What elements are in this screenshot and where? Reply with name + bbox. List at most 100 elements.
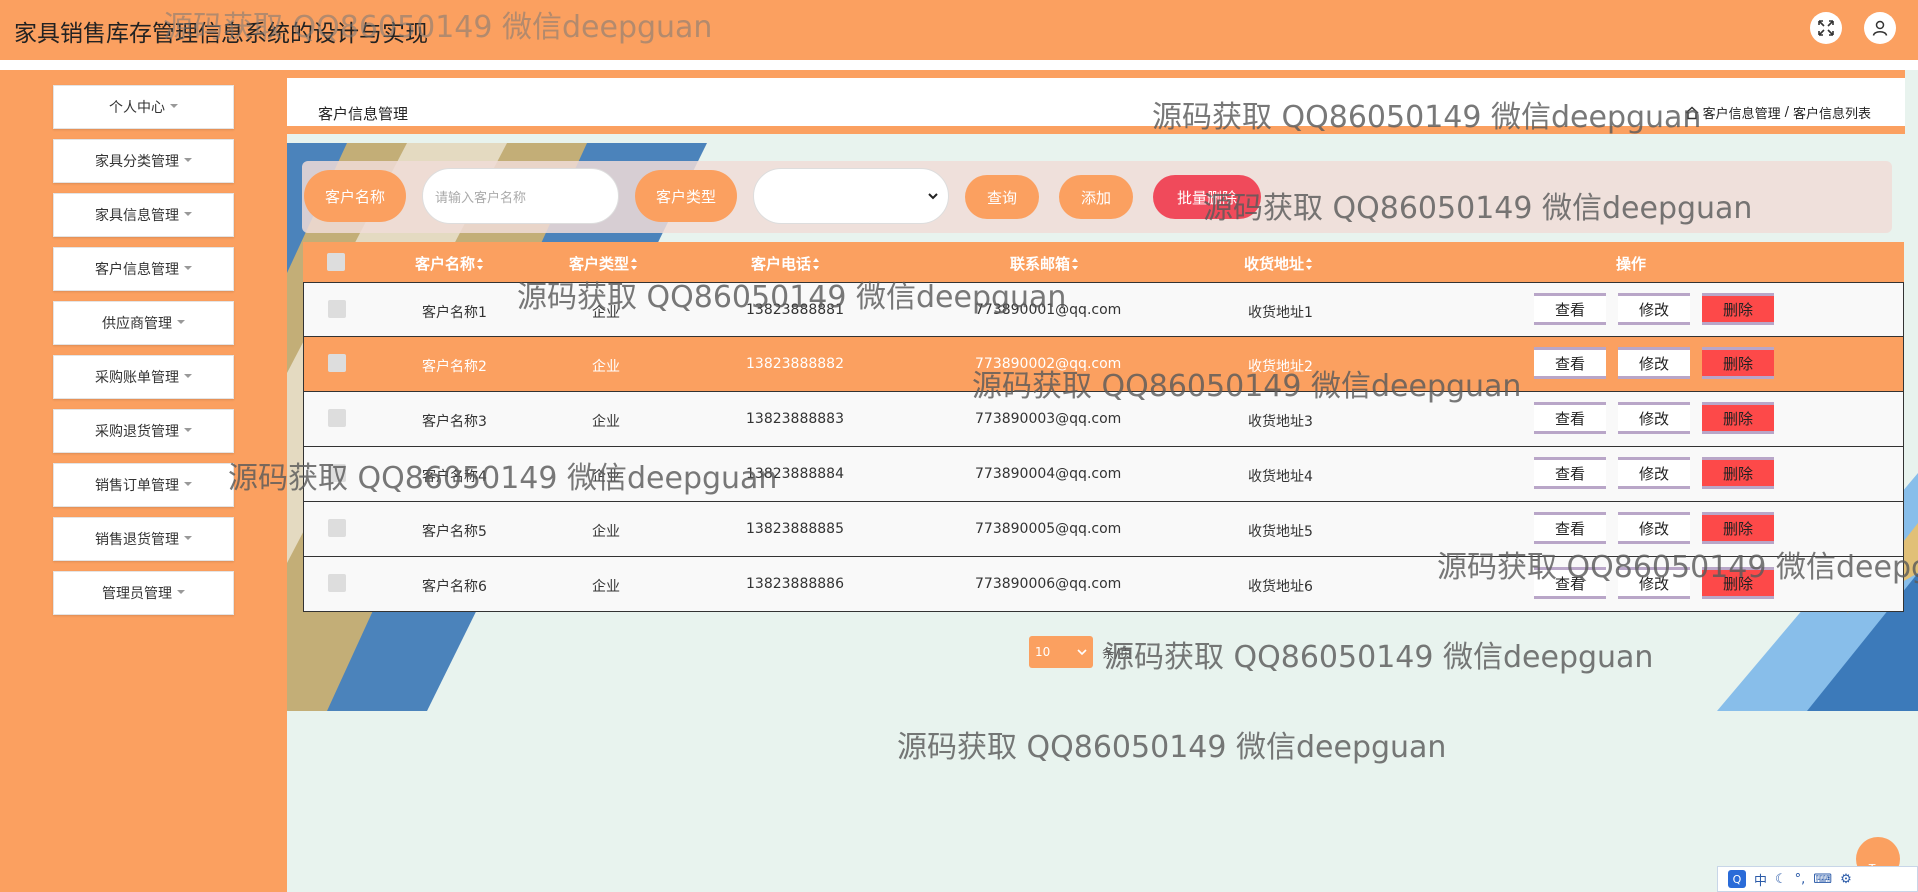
edit-button[interactable]: 修改	[1618, 457, 1690, 489]
watermark-text: 源码获取 QQ86050149 微信deepguan	[228, 461, 778, 496]
sidebar-item-label: 家具分类管理	[95, 154, 179, 170]
customer-name-cell: 客户名称1	[422, 305, 487, 321]
sidebar-item-sales-return[interactable]: 销售退货管理	[53, 517, 234, 561]
row-checkbox[interactable]	[328, 519, 346, 537]
sort-icon	[1306, 257, 1313, 270]
keyboard-icon[interactable]: ⌨	[1813, 872, 1832, 887]
breadcrumb-separator: /	[1784, 105, 1789, 120]
view-button[interactable]: 查看	[1534, 347, 1606, 379]
sidebar-item-purchase-return[interactable]: 采购退货管理	[53, 409, 234, 453]
customer-phone-cell: 13823888883	[746, 411, 844, 427]
punctuation-icon[interactable]: °,	[1795, 872, 1806, 887]
select-all-checkbox[interactable]	[327, 253, 345, 271]
chevron-down-icon	[928, 193, 938, 200]
view-button[interactable]: 查看	[1534, 512, 1606, 544]
customer-address-cell: 收货地址6	[1248, 579, 1313, 595]
query-button[interactable]: 查询	[965, 175, 1039, 219]
sidebar-item-label: 销售退货管理	[95, 532, 179, 548]
row-checkbox[interactable]	[328, 409, 346, 427]
sidebar-item-admin[interactable]: 管理员管理	[53, 571, 234, 615]
settings-icon[interactable]: ⚙	[1840, 872, 1852, 887]
column-header-type[interactable]: 客户类型	[569, 253, 638, 274]
caret-down-icon	[184, 536, 192, 540]
customer-address-cell: 收货地址5	[1248, 524, 1313, 540]
delete-button[interactable]: 删除	[1702, 457, 1774, 489]
customer-name-input[interactable]: 请输入客户名称	[422, 168, 619, 224]
user-icon	[1872, 20, 1888, 36]
caret-down-icon	[177, 590, 185, 594]
sidebar-item-label: 个人中心	[109, 100, 165, 116]
customer-phone-cell: 13823888882	[746, 356, 844, 372]
breadcrumb-item[interactable]: 客户信息管理	[1703, 103, 1781, 122]
delete-button[interactable]: 删除	[1702, 402, 1774, 434]
caret-down-icon	[184, 158, 192, 162]
column-header-address[interactable]: 收货地址	[1244, 253, 1313, 274]
delete-button[interactable]: 删除	[1702, 347, 1774, 379]
customer-name-cell: 客户名称3	[422, 414, 487, 430]
row-checkbox[interactable]	[328, 300, 346, 318]
caret-down-icon	[184, 266, 192, 270]
sidebar-item-label: 销售订单管理	[95, 478, 179, 494]
page-size-value: 10	[1035, 645, 1051, 659]
sidebar-item-supplier[interactable]: 供应商管理	[53, 301, 234, 345]
customer-type-select[interactable]	[753, 168, 949, 224]
column-header-name[interactable]: 客户名称	[415, 253, 484, 274]
edit-button[interactable]: 修改	[1618, 347, 1690, 379]
ime-toolbar: Q 中 ☾ °, ⌨ ⚙	[1717, 866, 1918, 892]
column-header-email[interactable]: 联系邮箱	[1010, 253, 1079, 274]
sidebar-item-furniture-category[interactable]: 家具分类管理	[53, 139, 234, 183]
row-checkbox[interactable]	[328, 574, 346, 592]
edit-button[interactable]: 修改	[1618, 402, 1690, 434]
view-button[interactable]: 查看	[1534, 402, 1606, 434]
customer-email-cell: 773890004@qq.com	[975, 466, 1122, 482]
sort-icon	[1072, 257, 1079, 270]
fullscreen-button[interactable]	[1810, 12, 1842, 44]
fullscreen-icon	[1818, 20, 1834, 36]
view-button[interactable]: 查看	[1534, 457, 1606, 489]
customer-type-cell: 企业	[592, 579, 620, 595]
caret-down-icon	[184, 374, 192, 378]
edit-button[interactable]: 修改	[1618, 512, 1690, 544]
customer-email-cell: 773890006@qq.com	[975, 576, 1122, 592]
edit-button[interactable]: 修改	[1618, 293, 1690, 325]
view-button[interactable]: 查看	[1534, 293, 1606, 325]
ime-mode[interactable]: 中	[1754, 870, 1767, 889]
add-button[interactable]: 添加	[1059, 175, 1133, 219]
sidebar-item-label: 供应商管理	[102, 316, 172, 332]
delete-button[interactable]: 删除	[1702, 293, 1774, 325]
customer-address-cell: 收货地址3	[1248, 414, 1313, 430]
watermark-text: 源码获取 QQ86050149 微信deepguan	[897, 730, 1447, 765]
watermark-text: 源码获取 QQ86050149 微信deepguan	[972, 369, 1522, 404]
sidebar-item-customer-info[interactable]: 客户信息管理	[53, 247, 234, 291]
column-label: 客户类型	[569, 255, 630, 273]
sort-icon	[813, 257, 820, 270]
sidebar-item-label: 家具信息管理	[95, 208, 179, 224]
sort-icon	[631, 257, 638, 270]
caret-down-icon	[184, 428, 192, 432]
watermark-text: 源码获取 QQ86050149 微信deepguan	[163, 10, 713, 45]
page-size-select[interactable]: 10	[1029, 636, 1093, 668]
breadcrumb: 客户信息管理 / 客户信息列表	[1685, 103, 1871, 122]
customer-address-cell: 收货地址4	[1248, 469, 1313, 485]
user-button[interactable]	[1864, 12, 1896, 44]
customer-type-label: 客户类型	[635, 170, 737, 222]
moon-icon[interactable]: ☾	[1775, 872, 1787, 887]
sidebar-item-label: 采购账单管理	[95, 370, 179, 386]
watermark-text: 源码获取 QQ86050149 微信deepguan	[1203, 191, 1753, 226]
row-checkbox[interactable]	[328, 354, 346, 372]
chevron-down-icon	[1077, 649, 1087, 656]
caret-down-icon	[177, 320, 185, 324]
customer-type-cell: 企业	[592, 524, 620, 540]
column-header-actions: 操作	[1616, 253, 1646, 274]
sidebar-item-sales-order[interactable]: 销售订单管理	[53, 463, 234, 507]
customer-type-cell: 企业	[592, 359, 620, 375]
delete-button[interactable]: 删除	[1702, 512, 1774, 544]
sidebar-item-furniture-info[interactable]: 家具信息管理	[53, 193, 234, 237]
column-label: 客户电话	[751, 255, 812, 273]
column-header-phone[interactable]: 客户电话	[751, 253, 820, 274]
sidebar-item-purchase-bill[interactable]: 采购账单管理	[53, 355, 234, 399]
sidebar-item-label: 管理员管理	[102, 586, 172, 602]
sidebar-item-personal-center[interactable]: 个人中心	[53, 85, 234, 129]
customer-name-label: 客户名称	[304, 170, 406, 222]
sidebar-item-label: 客户信息管理	[95, 262, 179, 278]
